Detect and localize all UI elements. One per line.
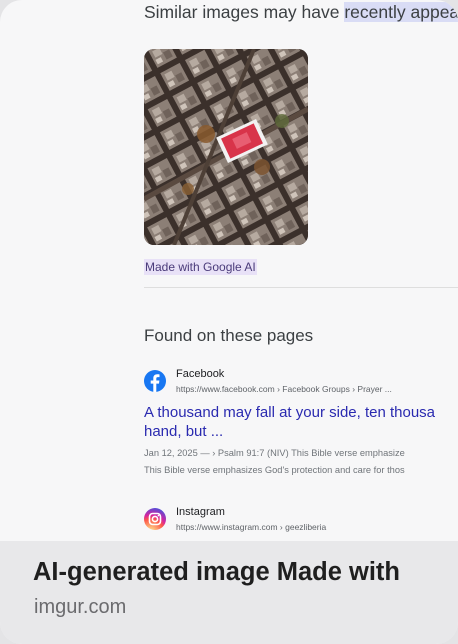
aerial-city-image: [144, 49, 308, 245]
similar-images-notice: Similar images may have recently appea: [144, 2, 458, 23]
source-domain: imgur.com: [34, 596, 127, 618]
result-snippet-line-1: Jan 12, 2025 — › Psalm 91:7 (NIV) This B…: [144, 448, 405, 458]
found-on-pages-heading: Found on these pages: [144, 326, 314, 345]
source-title[interactable]: AI-generated image Made with: [33, 558, 400, 587]
section-divider: [144, 287, 458, 288]
result-snippet-line-2: This Bible verse emphasizes God's protec…: [144, 465, 405, 475]
facebook-icon: [144, 370, 166, 392]
result-title-line-2[interactable]: hand, but ...: [144, 422, 458, 441]
similar-notice-highlight: recently appea: [344, 2, 458, 22]
result-site-name: Facebook: [176, 368, 225, 380]
similar-notice-text: Similar images may have: [144, 2, 345, 22]
source-footer[interactable]: AI-generated image Made with imgur.com: [0, 541, 458, 644]
made-with-ai-label[interactable]: Made with Google AI: [144, 259, 257, 275]
result-title[interactable]: A thousand may fall at your side, ten th…: [144, 403, 458, 441]
result-url[interactable]: https://www.facebook.com › Facebook Grou…: [176, 384, 392, 394]
instagram-icon: [144, 508, 166, 530]
aerial-city-thumbnail[interactable]: [144, 49, 308, 245]
facebook-f-glyph: [150, 374, 160, 392]
instagram-glyph: [148, 512, 162, 526]
result-instagram[interactable]: Instagram https://www.instagram.com › ge…: [144, 506, 458, 540]
result-site-name: Instagram: [176, 506, 225, 518]
result-title-line-1[interactable]: A thousand may fall at your side, ten th…: [144, 403, 458, 422]
result-url[interactable]: https://www.instagram.com › geezliberia: [176, 522, 326, 532]
results-panel: Similar images may have recently appea M…: [0, 0, 458, 545]
image-result-card: Similar images may have recently appea M…: [0, 0, 458, 644]
result-facebook[interactable]: Facebook https://www.facebook.com › Face…: [144, 368, 458, 483]
